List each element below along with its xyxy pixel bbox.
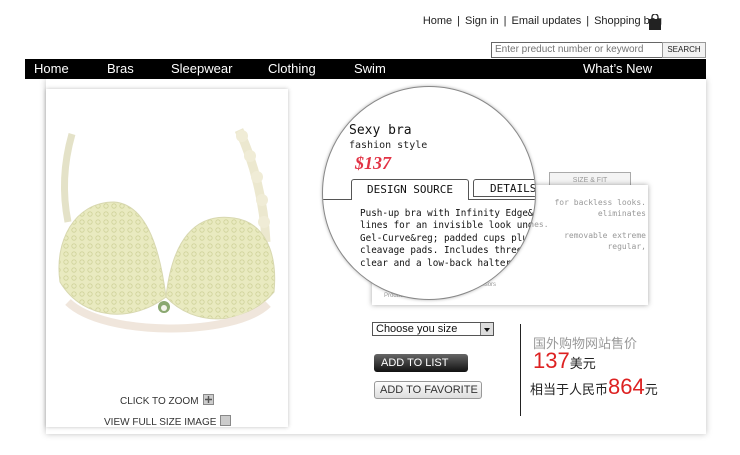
size-select[interactable]: Choose you size [372,322,494,336]
product-image[interactable] [54,122,284,352]
shopping-bag-icon[interactable] [648,14,662,30]
usd-price-value: 137 [533,348,570,373]
product-subtitle: fashion style [349,140,428,151]
rmb-prefix: 相当于人民币 [530,382,609,397]
description-line: lines for an invisible look under clothe… [360,220,535,232]
add-to-favorite-button[interactable]: ADD TO FAVORITE [374,381,482,399]
product-title: Sexy bra [349,123,412,138]
utility-links: Home | Sign in | Email updates | Shopping bag [423,15,662,27]
description-line: Gel-Curve&reg; padded cups plus removabl… [360,232,535,244]
usd-price: 137美元 [533,348,596,374]
separator: | [457,15,461,27]
nav-item-sleepwear[interactable]: Sleepwear [171,61,232,76]
separator: | [586,15,590,27]
size-select-value: Choose you size [376,323,458,335]
search-input[interactable] [491,42,663,58]
product-price: $137 [355,153,391,173]
description-line: Push-up bra with Infinity Edge&reg; that… [360,208,535,219]
nav-item-home[interactable]: Home [34,61,69,76]
view-full-size-link[interactable]: VIEW FULL SIZE IMAGE [104,415,232,428]
description-line: clear and a low-back halter. [360,257,517,269]
email-updates-link[interactable]: Email updates [512,15,582,27]
rmb-price: 相当于人民币864元 [530,374,658,400]
full-size-label: VIEW FULL SIZE IMAGE [104,417,217,428]
nav-item-swim[interactable]: Swim [354,61,386,76]
home-link[interactable]: Home [423,15,452,27]
tab-details[interactable]: DETAILS [473,179,535,197]
nav-item-clothing[interactable]: Clothing [268,61,316,76]
nav-item-bras[interactable]: Bras [107,61,134,76]
main-nav: Home Bras Sleepwear Clothing Swim What’s… [25,59,706,79]
nav-item-whats-new[interactable]: What’s New [583,61,652,76]
divider [520,324,521,416]
sign-in-link[interactable]: Sign in [465,15,499,27]
description-line: cleavage pads. Includes three straps: re… [360,245,535,257]
rmb-price-value: 864 [608,374,645,399]
zoom-label: CLICK TO ZOOM [120,396,199,407]
search-button[interactable]: SEARCH [662,42,706,58]
click-to-zoom-link[interactable]: CLICK TO ZOOM [120,394,214,407]
separator: | [503,15,507,27]
add-to-list-button[interactable]: ADD TO LIST [374,354,468,372]
rmb-unit: 元 [644,382,658,397]
tab-design-source[interactable]: DESIGN SOURCE [351,179,469,200]
product-description: Push-up bra with Infinity Edge&reg; that… [360,208,535,270]
image-icon [220,415,232,426]
magnifier-lens: Sexy bra fashion style $137 DESIGN SOURC… [322,86,536,300]
usd-price-unit: 美元 [569,356,596,371]
chevron-down-icon[interactable] [480,323,493,335]
plus-icon [202,394,214,405]
